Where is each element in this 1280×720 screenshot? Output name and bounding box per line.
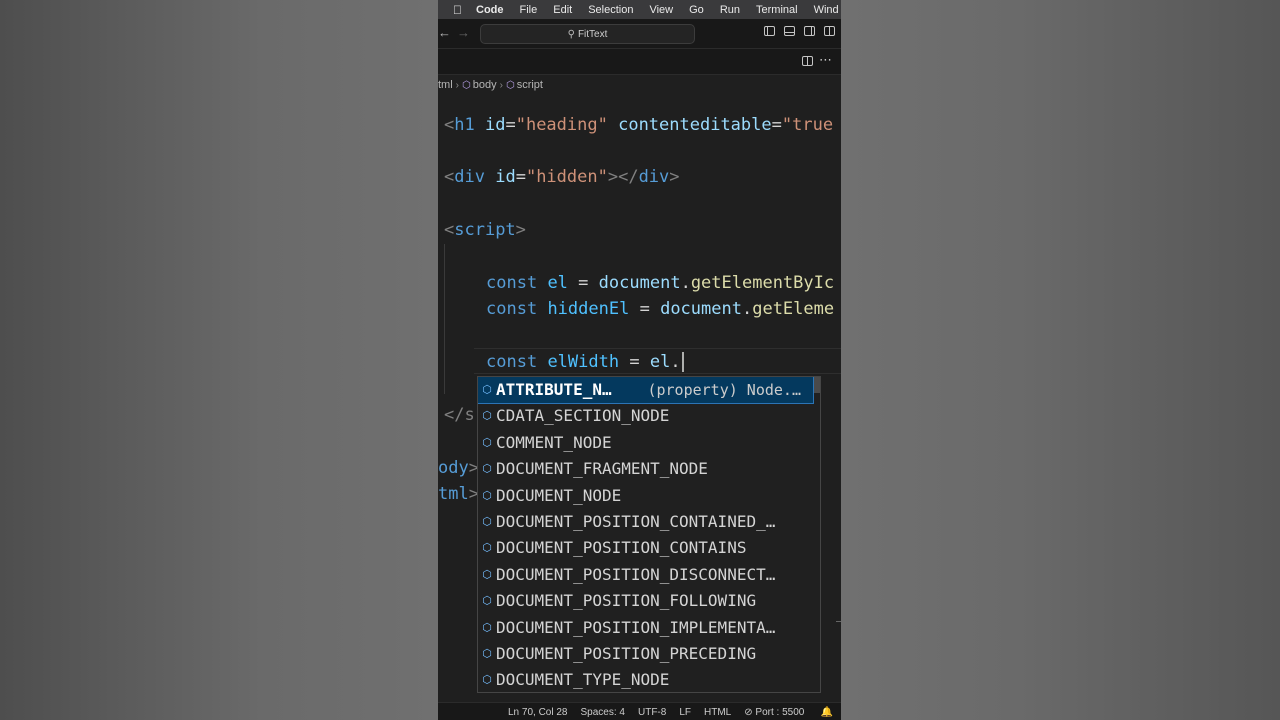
status-eol[interactable]: LF: [679, 707, 691, 718]
breadcrumb: tml › ⬡ body › ⬡ script: [438, 76, 841, 94]
menu-file[interactable]: File: [520, 4, 538, 16]
property-icon: ⬡: [482, 409, 492, 423]
menu-view[interactable]: View: [649, 4, 673, 16]
status-live-server[interactable]: ⊘ Port : 5500: [744, 707, 804, 718]
chevron-right-icon: ›: [499, 79, 503, 91]
suggest-item-label: DOCUMENT_POSITION_FOLLOWING: [496, 591, 757, 611]
status-indentation[interactable]: Spaces: 4: [581, 707, 625, 718]
status-bar: Ln 70, Col 28 Spaces: 4 UTF-8 LF HTML ⊘ …: [438, 702, 841, 720]
suggest-item-label: DOCUMENT_POSITION_DISCONNECT…: [496, 564, 776, 584]
code-line-body-close: ody>: [438, 458, 479, 478]
text-cursor: [681, 352, 684, 372]
menu-app[interactable]: Code: [476, 4, 504, 16]
toggle-primary-sidebar-icon[interactable]: [764, 26, 775, 36]
code-line-const-hiddenel: const hiddenEl = document.getEleme: [486, 299, 835, 319]
property-icon: ⬡: [482, 488, 492, 502]
background-right: [841, 0, 1280, 720]
suggest-item-label: DOCUMENT_TYPE_NODE: [496, 670, 670, 690]
search-icon: ⚲: [567, 28, 575, 40]
element-icon: ⬡: [462, 79, 471, 91]
property-icon: ⬡: [482, 647, 492, 660]
menu-terminal[interactable]: Terminal: [756, 4, 798, 16]
status-encoding[interactable]: UTF-8: [638, 707, 666, 718]
indent-guide: [444, 244, 445, 394]
suggest-item[interactable]: ⬡ COMMENT_NODE: [478, 430, 813, 456]
suggest-item[interactable]: ⬡ DOCUMENT_POSITION_IMPLEMENTA…: [478, 615, 813, 641]
editor-tab-strip: ⋯: [438, 49, 841, 75]
suggest-widget: ⬡ ATTRIBUTE_N… (property) Node.… ⬡ CDATA_SEC…: [477, 376, 821, 693]
menu-selection[interactable]: Selection: [588, 4, 633, 16]
property-icon: ⬡: [482, 673, 492, 687]
code-line-div: <div id="hidden"></div>: [444, 167, 680, 187]
code-line-const-elwidth: const elWidth = el.: [486, 349, 684, 375]
suggest-item-label: DOCUMENT_NODE: [496, 485, 622, 505]
suggest-item-label: COMMENT_NODE: [496, 432, 612, 452]
property-icon: ⬡: [482, 515, 492, 528]
menu-edit[interactable]: Edit: [553, 4, 572, 16]
code-line-html-close: tml>: [438, 484, 479, 504]
property-icon: ⬡: [482, 620, 492, 634]
property-icon: ⬡: [482, 462, 492, 476]
status-cursor-position[interactable]: Ln 70, Col 28: [508, 707, 568, 718]
code-line-h1: <h1 id="heading" contenteditable="true: [444, 115, 834, 135]
suggest-item[interactable]: ⬡ CDATA_SECTION_NODE: [478, 403, 813, 429]
suggest-item-label: DOCUMENT_POSITION_IMPLEMENTA…: [496, 617, 776, 637]
back-arrow-icon[interactable]: ←: [438, 25, 451, 40]
code-line-script-close: </s: [444, 405, 475, 425]
title-bar: ← → ⚲ FitText: [438, 19, 841, 49]
menu-go[interactable]: Go: [689, 4, 704, 16]
suggest-item-label: CDATA_SECTION_NODE: [496, 406, 670, 426]
suggest-item[interactable]: ⬡ ATTRIBUTE_N… (property) Node.…: [478, 377, 814, 404]
suggest-item-label: DOCUMENT_POSITION_CONTAINED_…: [496, 512, 776, 531]
breadcrumb-item-script[interactable]: script: [517, 79, 543, 91]
property-icon: ⬡: [482, 435, 492, 449]
suggest-item-label: DOCUMENT_POSITION_CONTAINS: [496, 538, 747, 558]
suggest-item[interactable]: ⬡ DOCUMENT_NODE: [478, 483, 813, 509]
element-icon: ⬡: [505, 79, 515, 91]
toggle-panel-icon[interactable]: [784, 26, 795, 36]
suggest-item[interactable]: ⬡ DOCUMENT_POSITION_PRECEDING: [478, 641, 813, 667]
split-editor-icon[interactable]: [802, 56, 813, 66]
notifications-bell-icon[interactable]: 🔔: [821, 707, 833, 718]
code-line-script-open: <script>: [444, 220, 526, 240]
broadcast-icon: ⊘: [744, 706, 753, 718]
layout-controls: [764, 26, 835, 36]
apple-icon[interactable]: : [453, 3, 462, 17]
suggest-item[interactable]: ⬡ DOCUMENT_POSITION_FOLLOWING: [478, 588, 813, 614]
suggest-item[interactable]: ⬡ DOCUMENT_POSITION_CONTAINS: [478, 535, 813, 561]
suggest-item[interactable]: ⬡ DOCUMENT_POSITION_DISCONNECT…: [478, 562, 813, 588]
property-icon: ⬡: [482, 541, 492, 555]
command-center-search[interactable]: ⚲ FitText: [480, 24, 695, 44]
suggest-item[interactable]: ⬡ DOCUMENT_TYPE_NODE: [478, 667, 813, 692]
menu-run[interactable]: Run: [720, 4, 740, 16]
suggest-item-label: DOCUMENT_POSITION_PRECEDING: [496, 644, 757, 663]
breadcrumb-item-body[interactable]: body: [473, 79, 497, 91]
suggest-item-label: DOCUMENT_FRAGMENT_NODE: [496, 459, 708, 479]
toggle-secondary-sidebar-icon[interactable]: [804, 26, 815, 36]
status-language[interactable]: HTML: [704, 707, 731, 718]
suggest-scrollbar[interactable]: [813, 377, 820, 393]
property-icon: ⬡: [482, 383, 492, 396]
background-left: [0, 0, 438, 720]
suggest-item[interactable]: ⬡ DOCUMENT_FRAGMENT_NODE: [478, 456, 813, 482]
suggest-item-detail: (property) Node.…: [647, 381, 801, 399]
suggest-item-label: ATTRIBUTE_N…: [496, 380, 612, 399]
menu-window[interactable]: Wind: [814, 4, 839, 16]
overview-ruler-mark: [836, 621, 841, 622]
forward-arrow-icon[interactable]: →: [457, 25, 470, 40]
suggest-item[interactable]: ⬡ DOCUMENT_POSITION_CONTAINED_…: [478, 509, 813, 535]
code-line-const-el: const el = document.getElementByIc: [486, 273, 835, 293]
more-actions-icon[interactable]: ⋯: [819, 52, 833, 68]
customize-layout-icon[interactable]: [824, 26, 835, 36]
chevron-right-icon: ›: [455, 79, 460, 91]
command-center-label: FitText: [577, 28, 608, 40]
mac-menu-bar:  Code File Edit Selection View Go Run T…: [438, 0, 841, 19]
property-icon: ⬡: [482, 594, 492, 608]
property-icon: ⬡: [482, 567, 492, 581]
breadcrumb-item-html[interactable]: tml: [438, 79, 453, 91]
